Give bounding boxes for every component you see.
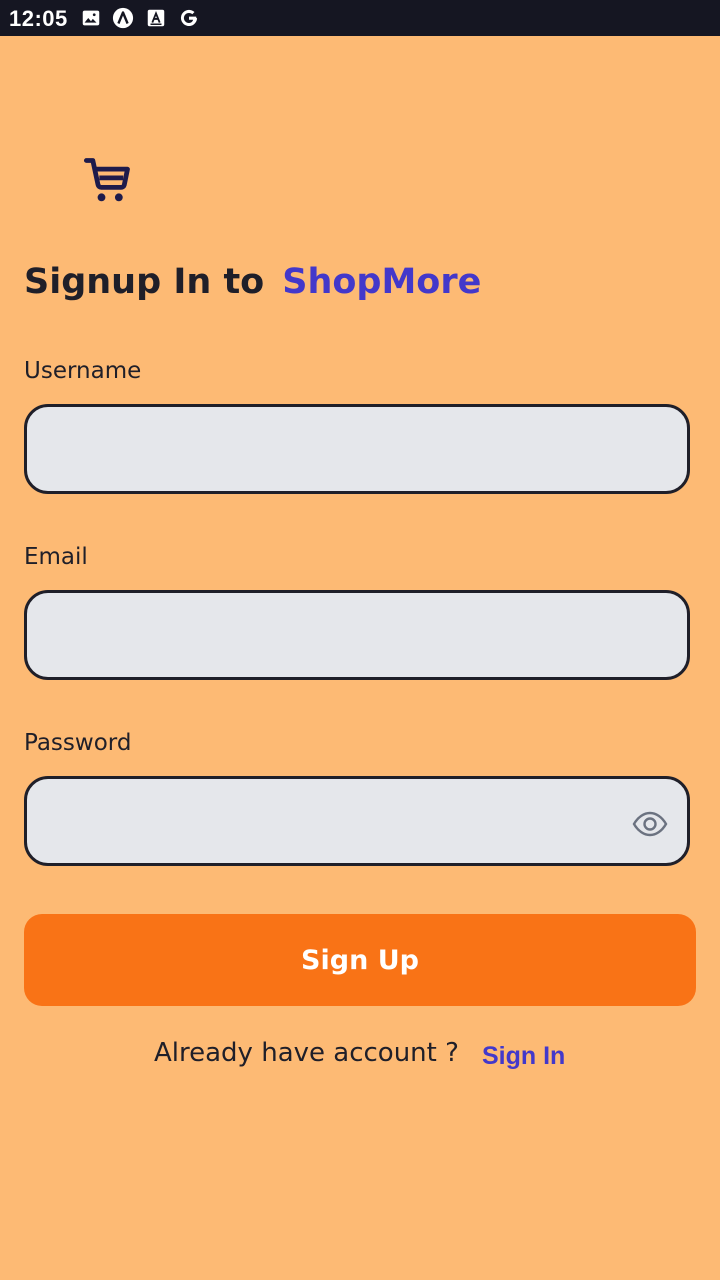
google-icon	[178, 7, 200, 29]
accessibility-icon	[145, 7, 167, 29]
title-prefix: Signup In to	[24, 262, 265, 302]
username-input[interactable]	[24, 404, 690, 494]
email-label: Email	[24, 544, 88, 570]
password-label: Password	[24, 730, 132, 756]
shopping-cart-icon	[82, 154, 134, 206]
app-a-icon	[112, 7, 134, 29]
status-time: 12:05	[9, 6, 68, 31]
email-input[interactable]	[24, 590, 690, 680]
eye-icon[interactable]	[630, 806, 670, 842]
already-have-account-text: Already have account ?	[154, 1038, 459, 1068]
image-icon	[80, 7, 102, 29]
status-bar: 12:05	[0, 0, 720, 36]
sign-in-link[interactable]: Sign In	[482, 1042, 565, 1071]
brand-name: ShopMore	[282, 262, 482, 302]
sign-up-button[interactable]: Sign Up	[24, 914, 696, 1006]
password-input[interactable]	[24, 776, 690, 866]
page-title: Signup In to ShopMore	[24, 262, 481, 302]
username-label: Username	[24, 358, 142, 384]
